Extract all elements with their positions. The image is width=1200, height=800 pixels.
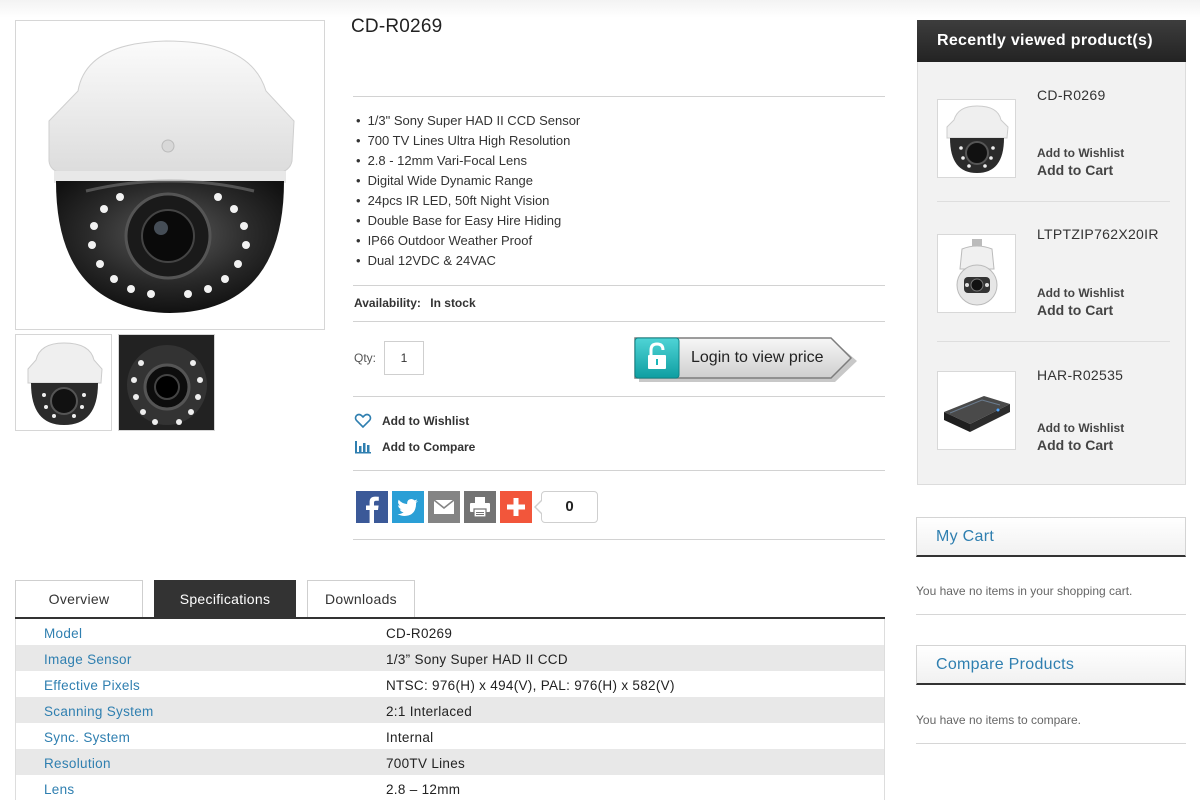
spec-key: Image Sensor: [44, 652, 132, 667]
table-row: Effective Pixels NTSC: 976(H) x 494(V), …: [16, 671, 884, 697]
spec-value: 2.8 – 12mm: [386, 782, 461, 797]
heart-icon: [354, 413, 372, 429]
email-icon[interactable]: [428, 491, 460, 523]
top-gradient: [0, 0, 1200, 18]
divider: [937, 341, 1170, 342]
qty-input[interactable]: 1: [384, 341, 424, 375]
spec-key: Resolution: [44, 756, 111, 771]
share-count-pointer-inner: [536, 500, 543, 514]
print-icon[interactable]: [464, 491, 496, 523]
divider: [353, 285, 885, 286]
compare-empty-text: You have no items to compare.: [916, 713, 1081, 727]
feature-item: Double Base for Easy Hire Hiding: [356, 213, 580, 233]
recent-product-image[interactable]: [937, 99, 1016, 178]
twitter-icon[interactable]: [392, 491, 424, 523]
feature-item: IP66 Outdoor Weather Proof: [356, 233, 580, 253]
recent-product-name[interactable]: CD-R0269: [1037, 87, 1106, 103]
addthis-plus-icon[interactable]: [500, 491, 532, 523]
dome-camera-thumbnail: [946, 105, 1009, 173]
compare-chart-icon: [354, 439, 372, 455]
availability-value: In stock: [430, 296, 476, 310]
feature-item: 24pcs IR LED, 50ft Night Vision: [356, 193, 580, 213]
ptz-camera-thumbnail: [956, 239, 998, 306]
spec-value: CD-R0269: [386, 626, 453, 641]
recent-product-image[interactable]: [937, 234, 1016, 313]
tab-specifications[interactable]: Specifications: [154, 580, 296, 617]
spec-key: Sync. System: [44, 730, 131, 745]
feature-item: Dual 12VDC & 24VAC: [356, 253, 580, 273]
spec-value: 1/3” Sony Super HAD II CCD: [386, 652, 568, 667]
recent-product-name[interactable]: LTPTZIP762X20IR: [1037, 226, 1159, 242]
availability-label: Availability:: [354, 296, 421, 310]
login-to-view-price-button[interactable]: Login to view price: [633, 334, 859, 384]
thumbnail-1[interactable]: [15, 334, 112, 431]
add-to-compare-label: Add to Compare: [382, 440, 476, 454]
add-to-compare-link[interactable]: Add to Compare: [354, 439, 475, 455]
recent-add-to-cart[interactable]: Add to Cart: [1037, 437, 1113, 453]
recent-product-image[interactable]: [937, 371, 1016, 450]
facebook-icon[interactable]: [356, 491, 388, 523]
recent-add-to-wishlist[interactable]: Add to Wishlist: [1037, 286, 1124, 300]
product-main-image[interactable]: [15, 20, 325, 330]
recent-add-to-cart[interactable]: Add to Cart: [1037, 162, 1113, 178]
table-row: Sync. System Internal: [16, 723, 884, 749]
add-to-wishlist-label: Add to Wishlist: [382, 414, 470, 428]
login-button-label: Login to view price: [691, 349, 824, 366]
qty-label: Qty:: [354, 351, 377, 365]
divider: [353, 321, 885, 322]
dome-camera-thumbnail: [27, 342, 103, 425]
recent-add-to-cart[interactable]: Add to Cart: [1037, 302, 1113, 318]
add-to-wishlist-link[interactable]: Add to Wishlist: [354, 413, 469, 429]
feature-item: 2.8 - 12mm Vari-Focal Lens: [356, 153, 580, 173]
spec-value: NTSC: 976(H) x 494(V), PAL: 976(H) x 582…: [386, 678, 675, 693]
recent-product-name[interactable]: HAR-R02535: [1037, 367, 1123, 383]
dome-lens-closeup-thumbnail: [119, 335, 214, 430]
recently-viewed-title: Recently viewed product(s): [917, 20, 1186, 62]
spec-key: Effective Pixels: [44, 678, 141, 693]
table-row: Model CD-R0269: [16, 619, 884, 645]
dvr-device-thumbnail: [944, 396, 1010, 432]
dome-camera-image: [48, 40, 295, 313]
specifications-table: Model CD-R0269 Image Sensor 1/3” Sony Su…: [15, 619, 885, 800]
table-row: Lens 2.8 – 12mm: [16, 775, 884, 800]
compare-products-title: Compare Products: [916, 645, 1186, 685]
thumbnail-2[interactable]: [118, 334, 215, 431]
divider: [353, 539, 885, 540]
my-cart-empty-text: You have no items in your shopping cart.: [916, 584, 1133, 598]
my-cart-title: My Cart: [916, 517, 1186, 557]
tab-overview[interactable]: Overview: [15, 580, 143, 617]
feature-item: 1/3" Sony Super HAD II CCD Sensor: [356, 113, 581, 133]
share-count: 0: [541, 491, 598, 523]
divider: [353, 396, 885, 397]
table-row: Image Sensor 1/3” Sony Super HAD II CCD: [16, 645, 884, 671]
spec-key: Model: [44, 626, 83, 641]
recent-add-to-wishlist[interactable]: Add to Wishlist: [1037, 146, 1124, 160]
product-title: CD-R0269: [351, 16, 443, 37]
spec-key: Scanning System: [44, 704, 154, 719]
spec-value: 2:1 Interlaced: [386, 704, 473, 719]
table-row: Resolution 700TV Lines: [16, 749, 884, 775]
feature-item: 700 TV Lines Ultra High Resolution: [356, 133, 580, 153]
divider: [353, 96, 885, 97]
divider: [916, 614, 1186, 615]
spec-key: Lens: [44, 782, 75, 797]
recent-add-to-wishlist[interactable]: Add to Wishlist: [1037, 421, 1124, 435]
feature-item: Digital Wide Dynamic Range: [356, 173, 580, 193]
divider: [937, 201, 1170, 202]
tab-downloads[interactable]: Downloads: [307, 580, 415, 617]
divider: [916, 743, 1186, 744]
divider: [353, 470, 885, 471]
spec-value: Internal: [386, 730, 434, 745]
availability: Availability: In stock: [354, 296, 476, 310]
spec-value: 700TV Lines: [386, 756, 466, 771]
feature-list: 1/3" Sony Super HAD II CCD Sensor 700 TV…: [356, 113, 581, 273]
table-row: Scanning System 2:1 Interlaced: [16, 697, 884, 723]
